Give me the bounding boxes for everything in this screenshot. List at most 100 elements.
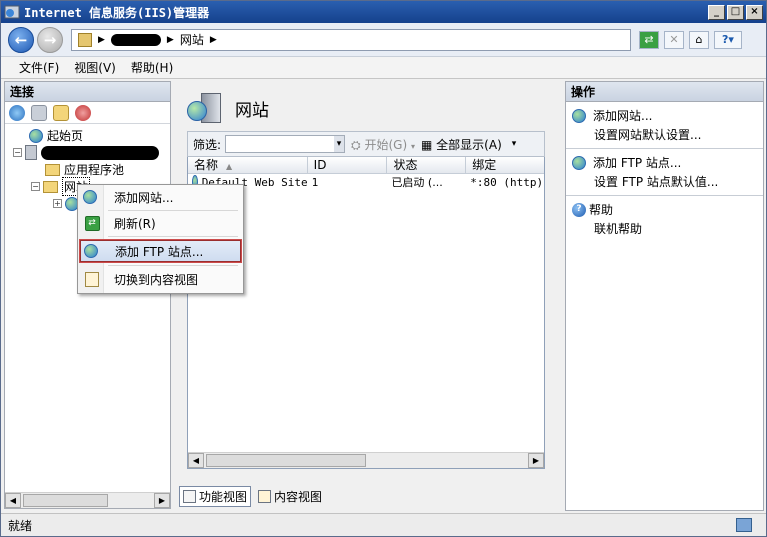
add-ftp-icon — [84, 244, 98, 258]
refresh-icon[interactable]: ⇄ — [639, 30, 659, 49]
forward-button[interactable]: → — [37, 26, 63, 53]
site-status: 已启动 (... — [391, 176, 443, 189]
action-group-sites: 添加网站... 设置网站默认设置... — [566, 102, 763, 149]
action-group-help: ? 帮助 联机帮助 — [566, 196, 763, 242]
menu-file[interactable]: 文件(F) — [1, 59, 68, 76]
filter-input[interactable] — [225, 135, 346, 153]
show-all-icon: ▦ — [421, 137, 433, 152]
center-pane: 网站 筛选: ⛭ 开始(G) ▾ ▦ 全部显示(A) ▾ — [179, 81, 556, 511]
tree-label-start-page: 起始页 — [47, 129, 84, 143]
add-website-action[interactable]: 添加网站... — [572, 106, 763, 125]
actions-header: 操作 — [566, 82, 763, 102]
column-status[interactable]: 状态 — [387, 157, 467, 173]
back-button[interactable]: ← — [8, 26, 34, 53]
stop-icon[interactable]: ✕ — [664, 30, 684, 49]
menu-help[interactable]: 帮助(H) — [125, 59, 182, 76]
up-folder-icon[interactable] — [53, 104, 69, 121]
list-header: 名称 ▲ ID 状态 绑定 — [188, 157, 544, 174]
status-text: 就绪 — [8, 518, 33, 533]
menu-view[interactable]: 视图(V) — [68, 59, 125, 76]
help-icon: ? — [572, 202, 586, 217]
chevron-right-icon: ▶ — [209, 34, 217, 45]
center-header: 网站 — [187, 91, 269, 125]
scroll-right-arrow[interactable]: ▶ — [154, 493, 170, 508]
network-status-icon — [736, 518, 752, 532]
sites-server-icon — [187, 91, 223, 125]
menu-bar: 文件(F) 视图(V) 帮助(H) — [1, 57, 766, 79]
list-scrollbar[interactable]: ◀ ▶ — [188, 452, 544, 468]
redacted-server-name — [110, 33, 161, 46]
actions-panel: 操作 添加网站... 设置网站默认设置... 添加 FTP 站点... 设置 F… — [565, 81, 764, 511]
connections-scrollbar[interactable]: ◀ ▶ — [5, 492, 170, 508]
tree-label-app-pools: 应用程序池 — [64, 163, 125, 177]
ctx-refresh[interactable]: ⇄ 刷新(R) — [80, 212, 241, 234]
context-menu: 添加网站... ⇄ 刷新(R) 添加 FTP 站点... 切换到内容视图 — [77, 184, 244, 294]
scroll-thumb[interactable] — [206, 454, 366, 467]
online-help-action[interactable]: 联机帮助 — [572, 219, 763, 238]
ctx-switch-content-view[interactable]: 切换到内容视图 — [80, 268, 241, 290]
chevron-right-icon: ▶ — [166, 34, 174, 45]
maximize-button[interactable]: □ — [727, 4, 744, 20]
filter-label: 筛选: — [193, 137, 222, 152]
home-icon[interactable]: ⌂ — [689, 30, 709, 49]
ctx-add-ftp-site[interactable]: 添加 FTP 站点... — [79, 239, 242, 263]
ctx-add-website[interactable]: 添加网站... — [80, 186, 241, 208]
add-site-icon — [83, 190, 97, 204]
iis-app-icon — [4, 5, 20, 19]
chevron-right-icon: ▶ — [98, 34, 105, 45]
server-icon — [25, 145, 37, 160]
minimize-button[interactable]: _ — [708, 4, 725, 20]
window-title: Internet 信息服务(IIS)管理器 — [24, 5, 210, 20]
help-action[interactable]: ? 帮助 — [572, 200, 763, 219]
disconnect-icon[interactable] — [75, 104, 91, 121]
connections-header: 连接 — [5, 82, 170, 102]
scroll-left-arrow[interactable]: ◀ — [188, 453, 204, 468]
filter-toolbar: 筛选: ⛭ 开始(G) ▾ ▦ 全部显示(A) ▾ — [187, 131, 545, 157]
collapse-icon[interactable]: − — [13, 148, 22, 157]
tab-content-view[interactable]: 内容视图 — [255, 486, 325, 507]
add-ftp-icon — [572, 155, 586, 170]
sites-folder-icon — [43, 180, 58, 193]
tree-item-server[interactable]: − — [5, 144, 170, 161]
breadcrumb[interactable]: ▶ ▶ 网站 ▶ — [71, 28, 631, 51]
app-pool-icon — [45, 163, 60, 176]
scroll-thumb[interactable] — [23, 494, 108, 507]
content-view-icon — [85, 271, 99, 287]
save-icon[interactable] — [31, 104, 47, 121]
connections-panel: 连接 起始页 − 应用程序池 − 网站 + ◀ ▶ — [4, 81, 171, 509]
feature-view-icon — [183, 490, 196, 503]
chevron-down-icon: ▾ — [410, 141, 415, 151]
add-site-icon — [572, 108, 586, 123]
collapse-icon[interactable]: − — [31, 182, 40, 191]
toolbar-overflow-icon[interactable]: ▾ — [512, 139, 517, 149]
expand-icon[interactable]: + — [53, 199, 62, 208]
close-button[interactable]: × — [746, 4, 763, 20]
sort-ascending-icon: ▲ — [226, 162, 233, 171]
tree-item-app-pools[interactable]: 应用程序池 — [5, 161, 170, 178]
connect-icon[interactable] — [9, 104, 25, 121]
site-defaults-action[interactable]: 设置网站默认设置... — [572, 125, 763, 144]
iis-manager-window: Internet 信息服务(IIS)管理器 _ □ × ← → ▶ ▶ 网站 ▶… — [0, 0, 767, 537]
ftp-defaults-action[interactable]: 设置 FTP 站点默认值... — [572, 172, 763, 191]
column-name[interactable]: 名称 ▲ — [188, 157, 308, 173]
tab-feature-view[interactable]: 功能视图 — [179, 486, 252, 507]
breadcrumb-sites[interactable]: 网站 — [180, 31, 204, 48]
binoculars-icon: ⛭ — [351, 137, 361, 152]
column-binding[interactable]: 绑定 — [466, 157, 544, 173]
scroll-left-arrow[interactable]: ◀ — [5, 493, 21, 508]
page-title: 网站 — [235, 100, 269, 121]
refresh-icon: ⇄ — [84, 215, 100, 231]
root-node-icon — [78, 32, 92, 47]
title-bar: Internet 信息服务(IIS)管理器 _ □ × — [1, 1, 766, 23]
start-filter-button[interactable]: ⛭ 开始(G) ▾ — [351, 136, 415, 153]
add-ftp-site-action[interactable]: 添加 FTP 站点... — [572, 153, 763, 172]
show-all-button[interactable]: ▦ 全部显示(A) — [421, 136, 502, 153]
column-id[interactable]: ID — [308, 157, 388, 173]
status-bar: 就绪 — [1, 513, 766, 536]
help-icon[interactable]: ?▾ — [714, 30, 742, 49]
scroll-right-arrow[interactable]: ▶ — [528, 453, 544, 468]
start-page-icon — [29, 128, 43, 143]
content-view-icon — [258, 490, 272, 503]
connections-toolbar — [5, 102, 170, 124]
tree-item-start-page[interactable]: 起始页 — [5, 127, 170, 144]
